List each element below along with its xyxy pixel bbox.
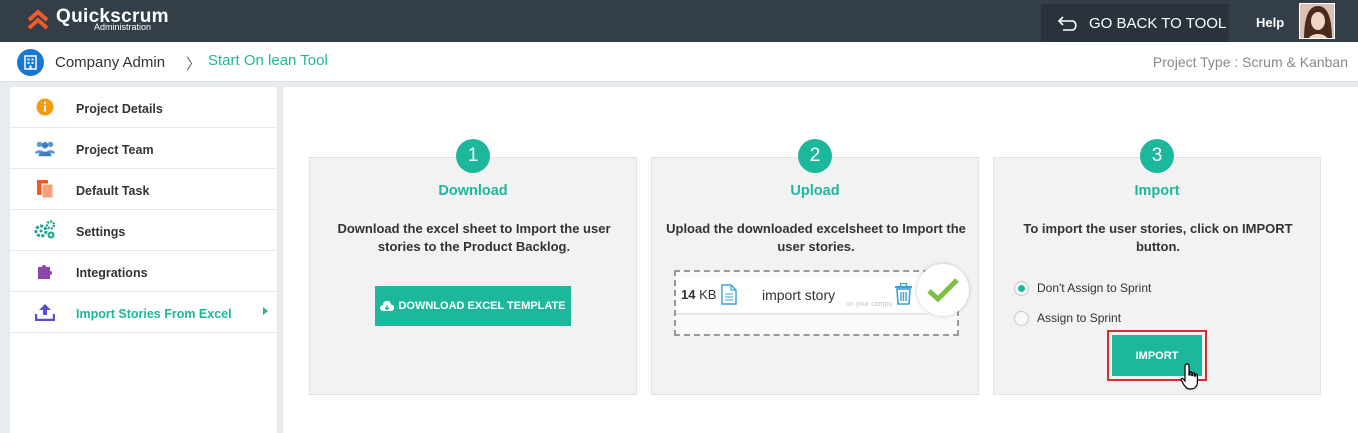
sidebar-item-label: Project Team xyxy=(76,143,154,157)
breadcrumb-company[interactable]: Company Admin xyxy=(55,54,165,71)
file-name: import story xyxy=(762,287,836,303)
sidebar-item-label: Integrations xyxy=(76,266,148,280)
user-avatar[interactable] xyxy=(1299,3,1335,39)
avatar-portrait-icon xyxy=(1300,4,1334,38)
sidebar-item-default-task[interactable]: Default Task xyxy=(10,169,277,210)
radio-label: Assign to Sprint xyxy=(1037,311,1122,325)
file-size-value: 14 xyxy=(681,287,696,302)
top-bar: Quickscrum Administration GO BACK TO TOO… xyxy=(0,0,1358,42)
upload-icon xyxy=(34,302,56,322)
import-step-card: Import To import the user stories, click… xyxy=(993,157,1321,395)
file-dropzone[interactable]: 14 KB import story on your compu xyxy=(674,264,969,336)
download-button-label: DOWNLOAD EXCEL TEMPLATE xyxy=(398,300,566,312)
team-icon xyxy=(34,138,56,158)
sidebar-item-project-team[interactable]: Project Team xyxy=(10,128,277,169)
upload-step-description: Upload the downloaded excelsheet to Impo… xyxy=(666,221,966,254)
radio-button-checked[interactable] xyxy=(1014,280,1029,296)
go-back-label: GO BACK TO TOOL xyxy=(1089,14,1227,32)
download-step-description: Download the excel sheet to Import the u… xyxy=(337,221,611,254)
upload-step-card: Upload Upload the downloaded excelsheet … xyxy=(651,157,979,395)
step-number-3: 3 xyxy=(1140,139,1174,173)
sidebar-item-project-details[interactable]: Project Details xyxy=(10,87,277,128)
sidebar-item-label: Settings xyxy=(76,225,126,239)
sidebar-item-label: Import Stories From Excel xyxy=(76,307,232,321)
info-icon xyxy=(34,97,56,117)
import-step-description: To import the user stories, click on IMP… xyxy=(1023,221,1293,254)
sidebar-item-integrations[interactable]: Integrations xyxy=(10,251,277,292)
assign-sprint-option[interactable]: Assign to Sprint xyxy=(1014,309,1121,327)
gears-icon xyxy=(34,220,56,240)
step-number-2: 2 xyxy=(798,139,832,173)
quickscrum-logo-icon xyxy=(27,9,49,30)
uploaded-file-row: 14 KB import story on your compu xyxy=(676,277,928,313)
radio-label: Don't Assign to Sprint xyxy=(1037,281,1152,295)
trash-icon[interactable] xyxy=(894,283,913,305)
radio-button[interactable] xyxy=(1014,310,1029,326)
upload-step-title: Upload xyxy=(790,183,840,199)
puzzle-icon xyxy=(34,261,56,281)
hand-cursor-icon xyxy=(1180,363,1198,390)
download-excel-template-button[interactable]: DOWNLOAD EXCEL TEMPLATE xyxy=(375,286,571,326)
download-step-card: Download Download the excel sheet to Imp… xyxy=(309,157,637,395)
cloud-download-icon xyxy=(380,300,395,311)
logo-subtitle: Administration xyxy=(94,22,152,32)
document-icon xyxy=(721,284,737,305)
sidebar-item-import-stories[interactable]: Import Stories From Excel xyxy=(10,292,277,333)
building-icon xyxy=(17,49,44,76)
sidebar-item-settings[interactable]: Settings xyxy=(10,210,277,251)
sidebar-item-label: Project Details xyxy=(76,102,163,116)
project-type-label: Project Type : Scrum & Kanban xyxy=(1152,54,1348,70)
import-step-title: Import xyxy=(1134,183,1180,199)
back-arrow-icon xyxy=(1057,16,1077,31)
sidebar: Project Details Project Team Default Tas… xyxy=(10,87,278,433)
breadcrumb: Company Admin 〉 Start On lean Tool Proje… xyxy=(0,42,1358,82)
help-link[interactable]: Help xyxy=(1256,15,1284,30)
upload-success-badge xyxy=(917,264,969,316)
checkmark-icon xyxy=(927,278,959,303)
active-arrow-icon xyxy=(263,307,268,315)
file-size-unit: KB xyxy=(699,287,717,302)
step-number-1: 1 xyxy=(456,139,490,173)
sidebar-item-label: Default Task xyxy=(76,184,150,198)
go-back-to-tool-button[interactable]: GO BACK TO TOOL xyxy=(1041,4,1229,42)
breadcrumb-separator: 〉 xyxy=(186,56,202,73)
dont-assign-sprint-option[interactable]: Don't Assign to Sprint xyxy=(1014,279,1151,297)
download-step-title: Download xyxy=(438,183,508,199)
breadcrumb-current[interactable]: Start On lean Tool xyxy=(208,52,328,69)
task-icon xyxy=(34,179,56,199)
dropzone-hint: on your compu xyxy=(846,301,893,308)
file-size: 14 KB xyxy=(681,287,716,302)
